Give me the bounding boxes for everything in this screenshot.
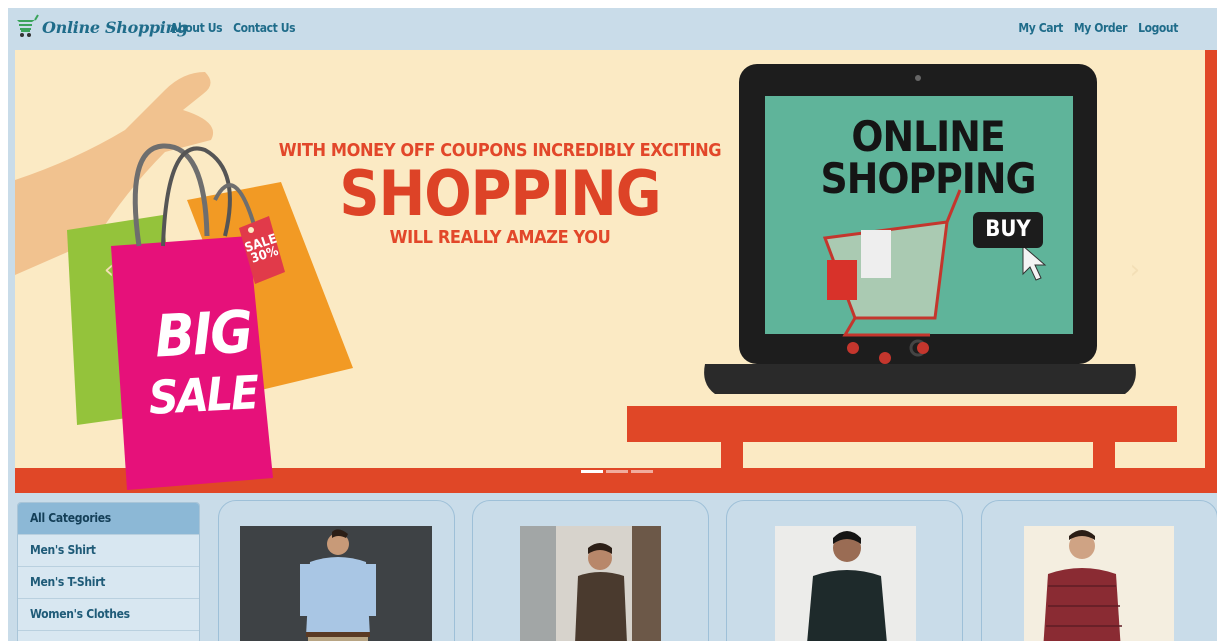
nav-right-links: My Cart My Order Logout	[1018, 21, 1178, 35]
product-image	[240, 526, 432, 641]
promo-text: WITH MONEY OFF COUPONS INCREDIBLY EXCITI…	[265, 140, 735, 248]
carousel-indicator-3[interactable]	[631, 470, 653, 473]
hero-carousel: WITH MONEY OFF COUPONS INCREDIBLY EXCITI…	[15, 50, 1217, 493]
banner-buy-graphic: BUY	[973, 212, 1043, 248]
nav-contact-us[interactable]: Contact Us	[233, 21, 295, 35]
category-all[interactable]: All Categories	[18, 503, 199, 535]
product-card[interactable]	[472, 500, 709, 641]
product-shirt	[1043, 568, 1121, 641]
category-womens-clothes[interactable]: Women's Clothes	[18, 599, 199, 631]
product-image	[775, 526, 916, 641]
nav-my-order[interactable]: My Order	[1074, 21, 1128, 35]
product-shirt	[575, 572, 627, 641]
product-card[interactable]	[218, 500, 455, 641]
shopping-cart-logo-icon	[17, 14, 39, 37]
carousel-next-icon[interactable]: ›	[1123, 255, 1147, 285]
product-image	[1024, 526, 1174, 641]
page: Online Shopping About Us Contact Us My C…	[8, 8, 1217, 641]
nav-left-links: About Us Contact Us	[170, 21, 295, 35]
brand-name: Online Shopping	[42, 17, 188, 37]
carousel-prev-icon[interactable]: ‹	[97, 255, 121, 285]
brand-link[interactable]: Online Shopping	[15, 14, 188, 40]
product-image	[520, 526, 661, 641]
product-shirt	[807, 570, 887, 641]
category-mens-shirt[interactable]: Men's Shirt	[18, 535, 199, 567]
laptop-screen-title: ONLINE SHOPPING	[813, 116, 1043, 200]
promo-heading: SHOPPING	[339, 157, 661, 230]
promo-tagline: WILL REALLY AMAZE YOU	[389, 227, 611, 248]
nav-logout[interactable]: Logout	[1138, 21, 1178, 35]
nav-my-cart[interactable]: My Cart	[1018, 21, 1063, 35]
carousel-indicator-1[interactable]	[581, 470, 603, 473]
product-shirt	[306, 557, 370, 636]
bag-text-sale: SALE	[147, 365, 259, 425]
screen-title-line-2: SHOPPING	[820, 154, 1036, 203]
product-card[interactable]	[981, 500, 1217, 641]
screen-title-line-1: ONLINE	[851, 112, 1005, 161]
category-sidebar: All Categories Men's Shirt Men's T-Shirt…	[17, 502, 200, 641]
category-mens-tshirt[interactable]: Men's T-Shirt	[18, 567, 199, 599]
product-card[interactable]	[726, 500, 963, 641]
navbar: Online Shopping About Us Contact Us My C…	[8, 8, 1217, 50]
carousel-indicators	[581, 470, 653, 473]
bag-text-big: BIG	[153, 297, 253, 371]
carousel-indicator-2[interactable]	[606, 470, 628, 473]
nav-about-us[interactable]: About Us	[170, 21, 223, 35]
